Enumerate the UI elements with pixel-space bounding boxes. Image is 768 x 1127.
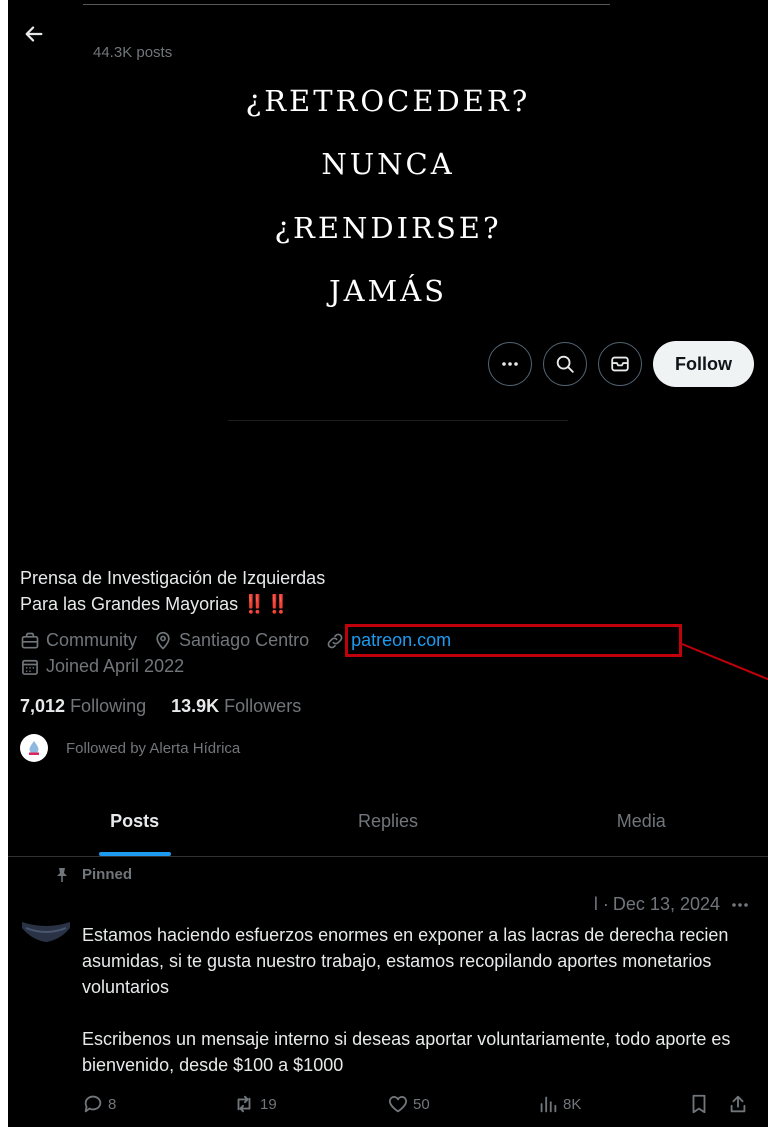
calendar-icon [22,659,38,675]
bio-line-2: Para las Grandes Mayorias ‼️‼️ [20,591,325,617]
tab-posts[interactable]: Posts [8,800,261,856]
link-icon [327,633,343,648]
pinned-label: Pinned [82,866,133,883]
joined-item: Joined April 2022 [20,656,184,677]
profile-tabs: Posts Replies Media [8,800,768,857]
active-tab-indicator [98,852,171,856]
repost-icon [237,1095,251,1113]
post-more-icon[interactable] [730,895,750,915]
tab-replies-label: Replies [357,811,418,831]
profile-bio: Prensa de Investigación de Izquierdas Pa… [20,565,325,617]
bookmark-icon [692,1094,706,1114]
message-button[interactable] [598,342,642,386]
top-divider [83,4,610,5]
joined-label: Joined April 2022 [46,656,185,676]
tab-media-label: Media [616,811,666,831]
reply-button[interactable]: 8 [82,1093,232,1115]
highlight-box [345,624,682,657]
briefcase-icon [21,632,39,648]
bio-line-2-text: Para las Grandes Mayorias [20,594,239,614]
pinned-indicator: Pinned [54,866,132,883]
views-button[interactable]: 8K [537,1093,689,1115]
water-drop-logo-icon [29,741,39,755]
following-count: 7,012 [20,696,66,716]
banner-divider [228,420,568,421]
tab-posts-label: Posts [110,811,160,831]
tab-media[interactable]: Media [515,800,768,856]
location-label: Santiago Centro [179,630,310,650]
annotation-arrow [681,643,768,681]
post-header-prefix: l · [593,894,609,914]
bookmark-button[interactable] [689,1093,727,1115]
followed-by-text: Followed by Alerta Hídrica [66,739,241,757]
views-count: 8K [563,1095,582,1113]
banner-line-3: ¿RENDIRSE? [274,211,502,245]
post-body: Estamos haciendo esfuerzos enormes en ex… [82,922,752,1104]
share-icon [730,1095,746,1113]
follow-stats: 7,012 Following 13.9K Followers [20,696,301,717]
banner-line-2: NUNCA [321,147,455,181]
following-label: Following [70,696,147,716]
location-item: Santiago Centro [153,630,309,651]
double-exclamation-emoji: ‼️‼️ [243,594,290,614]
post-count: 44.3K posts [93,44,173,61]
search-button[interactable] [543,342,587,386]
post-paragraph-1: Estamos haciendo esfuerzos enormes en ex… [82,925,729,997]
location-pin-icon [156,631,170,650]
followers-stat[interactable]: 13.9K Followers [171,696,301,717]
like-button[interactable]: 50 [387,1093,537,1115]
back-button[interactable] [20,20,48,48]
views-chart-icon [540,1096,557,1113]
like-count: 50 [413,1095,430,1113]
share-button[interactable] [727,1093,749,1115]
followers-count: 13.9K [171,696,220,716]
post-date[interactable]: Dec 13, 2024 [613,894,720,915]
post-header: l · Dec 13, 2024 [594,894,750,915]
pin-icon [57,867,67,882]
tab-replies[interactable]: Replies [261,800,514,856]
post-paragraph-2: Escribenos un mensaje interno si deseas … [82,1029,731,1075]
reply-count: 8 [108,1095,117,1113]
post-actions: 8 19 50 8K [82,1093,762,1115]
heart-icon [388,1096,408,1113]
repost-count: 19 [260,1095,277,1113]
avatar-image [20,900,72,944]
category-item: Community [20,630,137,651]
joined-row: Joined April 2022 [20,656,200,677]
banner-line-1: ¿RETROCEDER? [245,84,531,118]
bio-line-1: Prensa de Investigación de Izquierdas [20,568,326,588]
profile-actions: Follow [488,341,754,387]
follow-button[interactable]: Follow [653,341,754,387]
profile-page: 44.3K posts ¿RETROCEDER? NUNCA ¿RENDIRSE… [8,0,768,1127]
more-dots-icon [502,362,518,366]
repost-button[interactable]: 19 [232,1093,387,1115]
more-button[interactable] [488,342,532,386]
search-icon [556,355,574,373]
post-avatar[interactable] [20,900,72,944]
category-label: Community [46,630,138,650]
banner-line-4: JAMÁS [328,274,448,308]
back-arrow-icon [25,26,43,42]
followed-by-row[interactable]: Followed by Alerta Hídrica [20,734,240,762]
reply-icon [84,1095,102,1113]
followers-label: Followers [224,696,302,716]
envelope-icon [611,356,629,372]
avatar [20,734,48,762]
following-stat[interactable]: 7,012 Following [20,696,146,717]
